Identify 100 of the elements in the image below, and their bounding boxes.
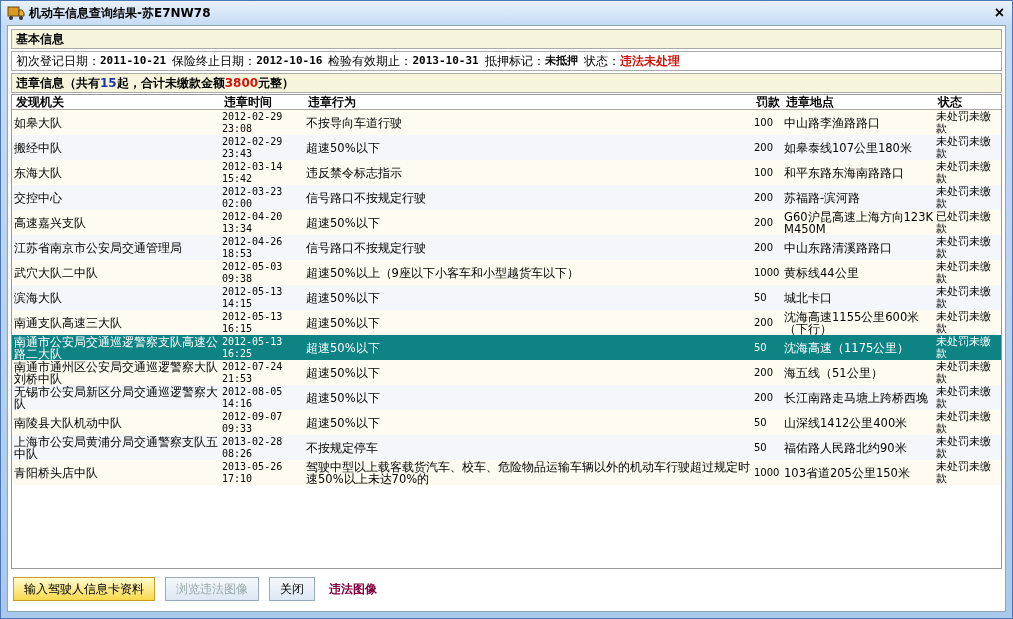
image-link[interactable]: 违法图像 xyxy=(329,580,377,598)
close-button[interactable]: × xyxy=(992,5,1006,21)
table-cell-text: 江苏省南京市公安局交通管理局 xyxy=(14,241,183,254)
field-value: 2013-10-31 xyxy=(412,53,479,69)
table-cell-text: 未处罚未缴款 xyxy=(936,335,992,360)
field-label: 检验有效期止： xyxy=(328,53,413,69)
table-cell-text: 2012-04-20 13:34 xyxy=(222,210,284,235)
table-row[interactable]: 青阳桥头店中队 2013-05-26 17:10 驾驶中型以上载客载货汽车、校车、危险物品运输车辆以外的机动车行驶超过规定时速50%以上未达70%的 1000 103省道205公里150米 未处罚未缴款 xyxy=(12,460,1001,485)
table-cell-text: 2012-05-13 16:25 xyxy=(222,335,284,360)
table-cell-text: 200 xyxy=(754,366,775,379)
table-cell-text: 超速50%以下 xyxy=(306,216,381,229)
column-header: 状态 xyxy=(938,95,963,109)
table-cell-text: 2013-02-28 08:26 xyxy=(222,435,284,460)
table-cell-text: 如皋大队 xyxy=(14,116,63,129)
table-row[interactable]: 江苏省南京市公安局交通管理局 2012-04-26 18:53 信号路口不按规定行驶 200 中山东路清溪路路口 未处罚未缴款 xyxy=(12,235,1001,260)
field-value: 2011-10-21 xyxy=(100,53,167,69)
table-cell-text: 上海市公安局黄浦分局交通警察支队五中队 xyxy=(14,435,219,460)
table-cell-text: 城北卡口 xyxy=(784,291,833,304)
table-row[interactable]: 南通市公安局交通巡逻警察支队高速公路二大队 2012-05-13 16:25 超速50%以下 50 沈海高速（1175公里） 未处罚未缴款 xyxy=(12,335,1001,360)
truck-icon xyxy=(7,5,25,21)
table-cell-text: 2012-03-23 02:00 xyxy=(222,185,284,210)
table-cell-text: 如皋泰线107公里180米 xyxy=(784,141,913,154)
table-row[interactable]: 滨海大队 2012-05-13 14:15 超速50%以下 50 城北卡口 未处罚未缴款 xyxy=(12,285,1001,310)
table-cell-text: 沈海高速1155公里600米（下行） xyxy=(784,310,921,335)
field-label: 状态： xyxy=(583,53,620,69)
table-row[interactable]: 如皋大队 2012-02-29 23:08 不按导向车道行驶 100 中山路李渔路路口 未处罚未缴款 xyxy=(12,110,1001,135)
column-header: 罚款 xyxy=(756,95,781,109)
table-cell-text: 未处罚未缴款 xyxy=(936,410,992,435)
field-value: 违法未处理 xyxy=(619,53,680,69)
table-cell-text: 南陵县大队机动中队 xyxy=(14,416,123,429)
table-cell-text: 武穴大队二中队 xyxy=(14,266,99,279)
table-cell-text: 2012-05-13 16:15 xyxy=(222,310,284,335)
table-row[interactable]: 东海大队 2012-03-14 15:42 违反禁令标志指示 100 和平东路东海南路路口 未处罚未缴款 xyxy=(12,160,1001,185)
table-cell-text: 未处罚未缴款 xyxy=(936,110,992,135)
action-button[interactable]: 关闭 xyxy=(269,577,315,601)
table-cell-text: 未处罚未缴款 xyxy=(936,160,992,185)
table-cell-text: 200 xyxy=(754,241,775,254)
table-cell-text: 中山东路清溪路路口 xyxy=(784,241,893,254)
table-row[interactable]: 上海市公安局黄浦分局交通警察支队五中队 2013-02-28 08:26 不按规定停车 50 福佑路人民路北约90米 未处罚未缴款 xyxy=(12,435,1001,460)
table-cell-text: 南通市通州区公安局交通巡逻警察大队刘桥中队 xyxy=(14,360,219,385)
table-cell-text: 不按导向车道行驶 xyxy=(306,116,403,129)
table-cell-text: 2012-04-26 18:53 xyxy=(222,235,284,260)
table-cell-text: 和平东路东海南路路口 xyxy=(784,166,905,179)
table-cell-text: 2012-02-29 23:43 xyxy=(222,135,284,160)
table-cell-text: 1000 xyxy=(754,466,781,479)
table-cell-text: 超速50%以下 xyxy=(306,316,381,329)
table-row[interactable]: 搬经中队 2012-02-29 23:43 超速50%以下 200 如皋泰线107公里180米 未处罚未缴款 xyxy=(12,135,1001,160)
table-cell-text: 东海大队 xyxy=(14,166,63,179)
table-cell-text: 青阳桥头店中队 xyxy=(14,466,99,479)
table-cell-text: 未处罚未缴款 xyxy=(936,460,992,485)
table-cell-text: 超速50%以下 xyxy=(306,416,381,429)
section-header: 违章信息（共有15起，合计未缴款金额3800元整） xyxy=(11,73,1002,93)
table-cell-text: 违反禁令标志指示 xyxy=(306,166,403,179)
table-cell-text: 未处罚未缴款 xyxy=(936,235,992,260)
table-cell-text: 南通支队高速三大队 xyxy=(14,316,123,329)
table-cell-text: 超速50%以下 xyxy=(306,366,381,379)
table-row[interactable]: 武穴大队二中队 2012-05-03 09:38 超速50%以上（9座以下小客车和小型越货车以下） 1000 黄标线44公里 未处罚未缴款 xyxy=(12,260,1001,285)
table-cell-text: 中山路李渔路路口 xyxy=(784,116,881,129)
table-cell-text: 未处罚未缴款 xyxy=(936,385,992,410)
field-label: 保险终止日期： xyxy=(172,53,257,69)
table-cell-text: 黄标线44公里 xyxy=(784,266,860,279)
table-cell-text: 50 xyxy=(754,416,768,429)
table-cell-text: 已处罚未缴款 xyxy=(936,210,992,235)
table-cell-text: 滨海大队 xyxy=(14,291,63,304)
table-cell-text: 2012-03-14 15:42 xyxy=(222,160,284,185)
table-cell-text: 100 xyxy=(754,166,775,179)
table-cell-text: 福佑路人民路北约90米 xyxy=(784,441,908,454)
table-cell-text: 苏福路-滨河路 xyxy=(784,191,862,204)
field-label: 抵押标记： xyxy=(484,53,545,69)
table-cell-text: 200 xyxy=(754,216,775,229)
table-cell-text: 1000 xyxy=(754,266,781,279)
table-row[interactable]: 南陵县大队机动中队 2012-09-07 09:33 超速50%以下 50 山深线1412公里400米 未处罚未缴款 xyxy=(12,410,1001,435)
table-cell-text: 未处罚未缴款 xyxy=(936,185,992,210)
table-cell-text: 50 xyxy=(754,341,768,354)
action-button[interactable]: 输入驾驶人信息卡资料 xyxy=(13,577,155,601)
table-cell-text: 海五线（51公里） xyxy=(784,366,884,379)
table-cell-text: 2012-07-24 21:53 xyxy=(222,360,284,385)
table-cell-text: 信号路口不按规定行驶 xyxy=(306,241,427,254)
table-row[interactable]: 南通市通州区公安局交通巡逻警察大队刘桥中队 2012-07-24 21:53 超速50%以下 200 海五线（51公里） 未处罚未缴款 xyxy=(12,360,1001,385)
table-cell-text: 2013-05-26 17:10 xyxy=(222,460,284,485)
field-value: 2012-10-16 xyxy=(256,53,323,69)
column-header: 违章行为 xyxy=(308,95,357,109)
field-value: 未抵押 xyxy=(544,53,578,69)
table-cell-text: 信号路口不按规定行驶 xyxy=(306,191,427,204)
table-cell-text: 超速50%以下 xyxy=(306,391,381,404)
table-cell-text: 高速嘉兴支队 xyxy=(14,216,87,229)
table-cell-text: G60沪昆高速上海方向123KM450M xyxy=(784,210,935,235)
table-cell-text: 未处罚未缴款 xyxy=(936,285,992,310)
table-cell-text: 南通市公安局交通巡逻警察支队高速公路二大队 xyxy=(14,335,219,360)
table-cell-text: 100 xyxy=(754,116,775,129)
table-cell-text: 未处罚未缴款 xyxy=(936,435,992,460)
table-cell-text: 沈海高速（1175公里） xyxy=(784,341,911,354)
column-header: 违章时间 xyxy=(224,95,273,109)
table-cell-text: 103省道205公里150米 xyxy=(784,466,911,479)
table-cell-text: 50 xyxy=(754,441,768,454)
table-cell-text: 200 xyxy=(754,141,775,154)
table-cell-text: 2012-08-05 14:16 xyxy=(222,385,284,410)
table-row[interactable]: 交控中心 2012-03-23 02:00 信号路口不按规定行驶 200 苏福路-滨河路 未处罚未缴款 xyxy=(12,185,1001,210)
table-cell-text: 200 xyxy=(754,316,775,329)
table-cell-text: 超速50%以上（9座以下小客车和小型越货车以下） xyxy=(306,266,580,279)
